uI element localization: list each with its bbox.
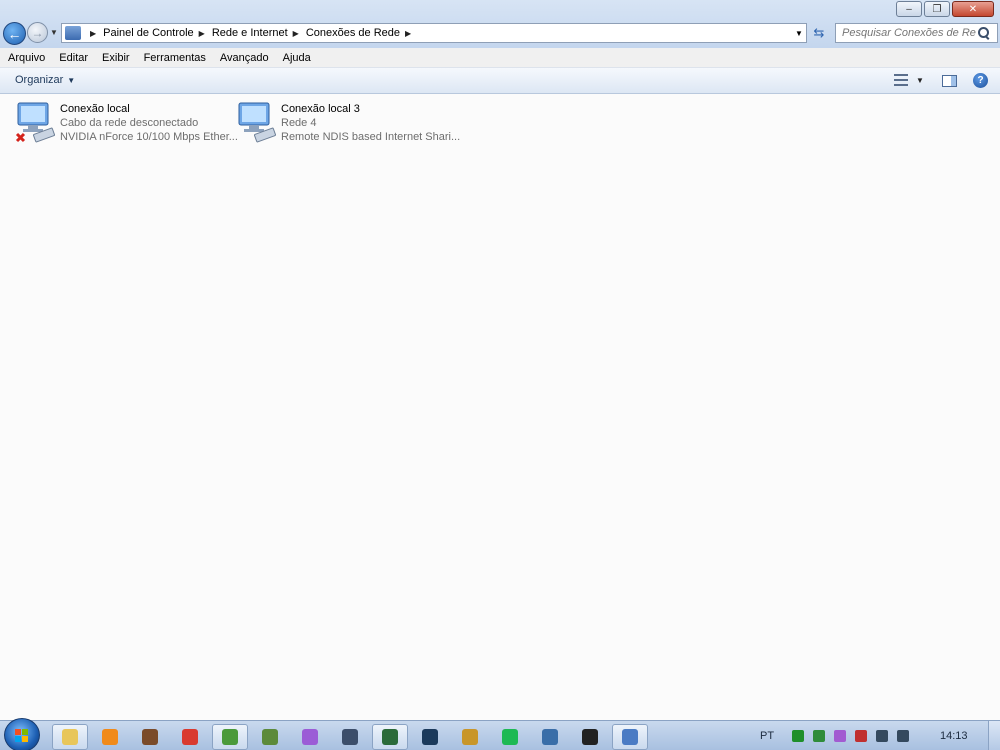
- chevron-right-icon[interactable]: ▶: [293, 29, 299, 38]
- media-player-icon: [102, 729, 118, 745]
- taskbar-button[interactable]: [412, 724, 448, 750]
- dark-app-icon: [582, 729, 598, 745]
- taskbar-button[interactable]: [252, 724, 288, 750]
- connection-name: Conexão local 3: [281, 103, 360, 115]
- show-desktop-button[interactable]: [988, 721, 1000, 750]
- taskbar-button[interactable]: [452, 724, 488, 750]
- chevron-right-icon[interactable]: ▶: [199, 29, 205, 38]
- address-dropdown-icon[interactable]: ▼: [792, 29, 806, 38]
- tray-pen-icon[interactable]: [834, 730, 847, 742]
- organize-label: Organizar: [15, 74, 64, 86]
- system-tray: PT: [760, 721, 918, 750]
- start-button[interactable]: [4, 718, 40, 750]
- change-view-button[interactable]: ▼: [894, 74, 924, 86]
- chevron-down-icon: ▼: [67, 76, 76, 85]
- explorer-icon: [62, 729, 78, 745]
- menu-bar: Arquivo Editar Exibir Ferramentas Avança…: [0, 48, 1000, 68]
- list-item[interactable]: Conexão local Cabo da rede desconectado …: [14, 101, 238, 149]
- network-adapter-icon: [15, 102, 55, 143]
- breadcrumb-conexoes-de-rede[interactable]: Conexões de Rede: [306, 27, 400, 39]
- pen-icon: [302, 729, 318, 745]
- taskbar-button[interactable]: [532, 724, 568, 750]
- network-adapter-icon: [238, 102, 276, 143]
- minecraft-icon: [262, 729, 278, 745]
- close-button[interactable]: ✕: [952, 1, 994, 17]
- chrome-icon: [222, 729, 238, 745]
- search-box[interactable]: [835, 23, 998, 43]
- list-item[interactable]: Conexão local 3 Rede 4 Remote NDIS based…: [235, 101, 460, 149]
- taskbar-button[interactable]: [572, 724, 608, 750]
- language-indicator[interactable]: PT: [760, 730, 774, 742]
- tray-icons: [792, 730, 918, 742]
- connection-status: Cabo da rede desconectado: [60, 117, 199, 129]
- menu-avancado[interactable]: Avançado: [214, 52, 275, 64]
- tray-shield-icon[interactable]: [813, 730, 826, 742]
- history-dropdown-icon[interactable]: ▼: [50, 28, 58, 37]
- command-bar: Organizar ▼ ▼ ?: [0, 68, 1000, 94]
- window-header: – ❐ ✕ ← → ▼ ▶ Painel de Controle ▶ Rede …: [0, 0, 1000, 48]
- clock[interactable]: 14:13: [940, 730, 968, 742]
- taskbar-button[interactable]: [52, 724, 88, 750]
- view-details-icon: [894, 74, 908, 86]
- restore-button[interactable]: ❐: [924, 1, 950, 17]
- tray-volume-icon[interactable]: [897, 730, 910, 742]
- connection-details: Conexão local 3 Rede 4 Remote NDIS based…: [281, 102, 460, 144]
- download-icon: [542, 729, 558, 745]
- preview-pane-icon[interactable]: [942, 75, 957, 87]
- taskbar-button[interactable]: [372, 724, 408, 750]
- organize-button[interactable]: Organizar ▼: [15, 74, 75, 86]
- breadcrumb-rede-e-internet[interactable]: Rede e Internet: [212, 27, 288, 39]
- connection-name: Conexão local: [60, 103, 130, 115]
- menu-ferramentas[interactable]: Ferramentas: [138, 52, 212, 64]
- connection-device: Remote NDIS based Internet Shari...: [281, 131, 461, 143]
- menu-ajuda[interactable]: Ajuda: [277, 52, 317, 64]
- control-panel-icon: [65, 26, 81, 40]
- refresh-icon[interactable]: ⇆: [808, 23, 830, 43]
- network-icon: [622, 729, 638, 745]
- tray-network-icon[interactable]: [876, 730, 889, 742]
- chevron-down-icon[interactable]: ▼: [916, 76, 924, 85]
- taskbar-button[interactable]: [612, 724, 648, 750]
- connection-device: NVIDIA nForce 10/100 Mbps Ether...: [60, 131, 238, 143]
- steam-icon: [422, 729, 438, 745]
- audio-icon: [342, 729, 358, 745]
- taskbar-button[interactable]: [292, 724, 328, 750]
- tray-flag-icon[interactable]: [855, 730, 868, 742]
- breadcrumb-painel-de-controle[interactable]: Painel de Controle: [103, 27, 194, 39]
- windows-logo-icon: [15, 729, 29, 742]
- terminal-icon: [382, 729, 398, 745]
- taskbar-button[interactable]: [132, 724, 168, 750]
- tray-green-icon[interactable]: [792, 730, 805, 742]
- taskbar-button[interactable]: [332, 724, 368, 750]
- forward-button[interactable]: →: [27, 22, 48, 43]
- connection-status: Rede 4: [281, 117, 317, 129]
- taskbar-button[interactable]: [92, 724, 128, 750]
- menu-exibir[interactable]: Exibir: [96, 52, 136, 64]
- minimize-button[interactable]: –: [896, 1, 922, 17]
- window-controls: – ❐ ✕: [896, 1, 994, 17]
- chevron-right-icon[interactable]: ▶: [90, 29, 96, 38]
- chevron-right-icon[interactable]: ▶: [405, 29, 411, 38]
- taskbar-button[interactable]: [172, 724, 208, 750]
- app-icon: [142, 729, 158, 745]
- address-bar[interactable]: ▶ Painel de Controle ▶ Rede e Internet ▶…: [61, 23, 807, 43]
- taskbar-button[interactable]: [492, 724, 528, 750]
- back-button[interactable]: ←: [3, 22, 26, 45]
- taskbar: PT 14:13: [0, 718, 1000, 750]
- game-icon: [462, 729, 478, 745]
- connection-details: Conexão local Cabo da rede desconectado …: [60, 102, 238, 144]
- taskbar-button[interactable]: [212, 724, 248, 750]
- menu-editar[interactable]: Editar: [53, 52, 94, 64]
- forward-arrow-icon: →: [31, 25, 44, 40]
- connections-list: Conexão local Cabo da rede desconectado …: [0, 95, 1000, 720]
- back-arrow-icon: ←: [7, 25, 22, 42]
- spotify-icon: [502, 729, 518, 745]
- help-icon[interactable]: ?: [973, 73, 988, 88]
- search-input[interactable]: [836, 27, 976, 39]
- menu-arquivo[interactable]: Arquivo: [2, 52, 51, 64]
- search-icon[interactable]: [978, 27, 990, 39]
- record-icon: [182, 729, 198, 745]
